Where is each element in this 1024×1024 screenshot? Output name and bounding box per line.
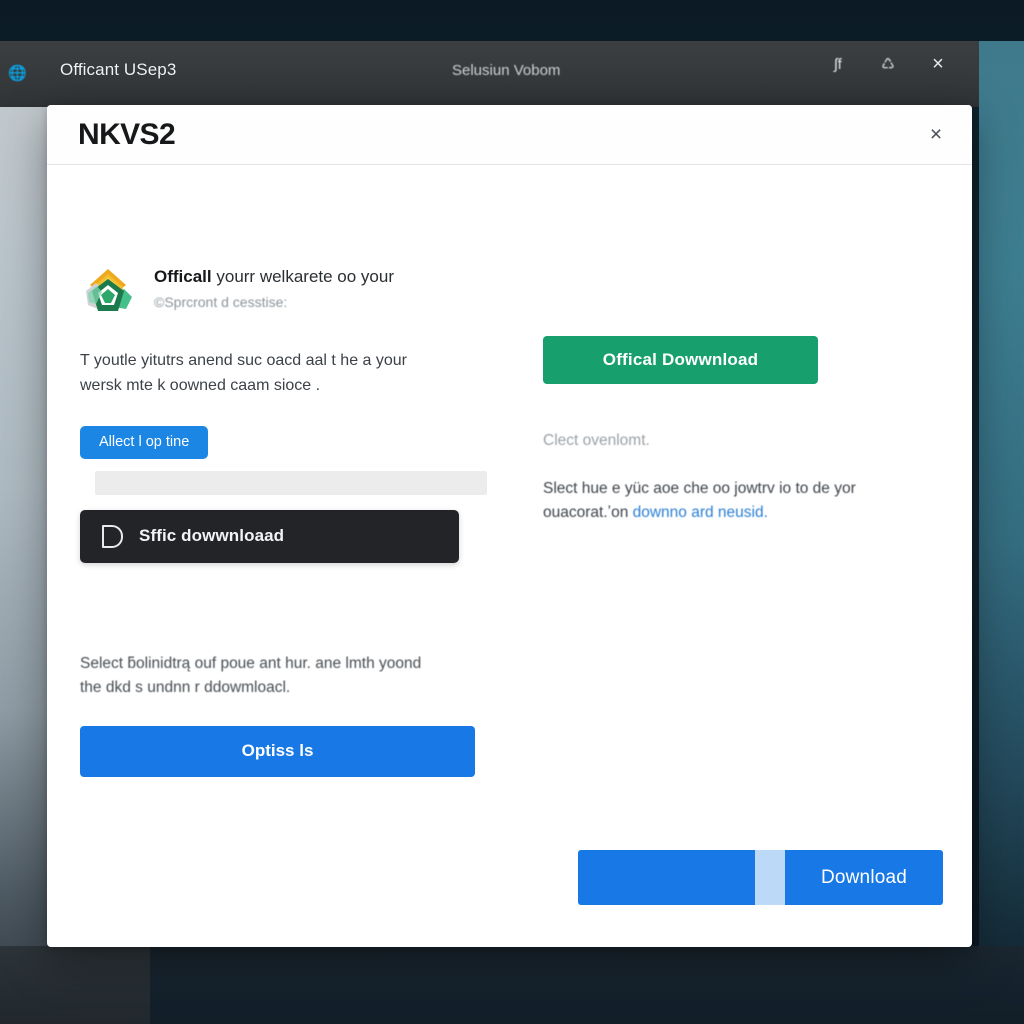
right-paragraph: Slect hue e yüc aoe che oo jowtrv io to … xyxy=(543,477,918,525)
download-progress-bar xyxy=(578,850,755,905)
left-paragraph-secondary: Select ƃolinidtrą ouf poue ant hur. ane … xyxy=(80,654,422,696)
dialog-close-icon[interactable]: × xyxy=(922,121,950,149)
product-headline: Officall yourr welkarete oo your xyxy=(154,266,394,289)
app-logo-icon xyxy=(80,263,136,319)
download-help-link[interactable]: downno ard neusid. xyxy=(633,504,768,521)
window-title: Officant USep3 xyxy=(60,60,177,79)
desktop-wallpaper-right xyxy=(979,33,1024,964)
left-paragraph: T youtle yitutrs anend suc oacd aal t he… xyxy=(80,352,408,394)
left-column: Officall yourr welkarete oo your ©Sprcro… xyxy=(80,165,530,777)
product-subheadline: ©Sprcront d cesstise: xyxy=(154,293,288,310)
download-dialog: NKVS2 × Officall yourr welkarete oo your… xyxy=(47,105,972,947)
right-column: Offical Dowwnload Clect ovenlomt. Slect … xyxy=(543,165,943,525)
right-caption: Clect ovenlomt. xyxy=(543,432,650,449)
official-download-button[interactable]: Offical Dowwnload xyxy=(543,336,818,384)
window-subtitle: Selusiun Vobom xyxy=(452,62,561,79)
path-input[interactable] xyxy=(95,470,487,495)
specific-download-label: Sffic dowwnloaad xyxy=(139,526,285,546)
globe-icon: 🌐 xyxy=(8,65,27,82)
titlebar-actions: ʃf ♺ × xyxy=(827,53,949,75)
application-titlebar: 🌐 Officant USep3 Selusiun Vobom ʃf ♺ × xyxy=(0,41,979,107)
settings-icon[interactable]: ♺ xyxy=(877,53,899,75)
product-summary: Officall yourr welkarete oo your ©Sprcro… xyxy=(80,165,530,319)
specific-download-bar[interactable]: Sffic dowwnloaad xyxy=(80,509,459,563)
select-option-button[interactable]: Allect l op tine xyxy=(80,425,209,459)
product-headline-strong: Officall xyxy=(154,267,212,286)
close-icon[interactable]: × xyxy=(927,53,949,75)
download-button[interactable]: Download xyxy=(785,850,943,905)
desktop-top-strip xyxy=(0,0,1024,41)
dialog-header: NKVS2 × xyxy=(47,105,972,165)
disc-icon xyxy=(102,524,123,548)
product-headline-rest: yourr welkarete oo your xyxy=(216,267,394,286)
desktop-bottom-left-panel xyxy=(0,946,150,1024)
download-footer: Download xyxy=(578,850,943,905)
desktop-bottom-strip xyxy=(0,946,1024,1024)
options-button[interactable]: Optiss ls xyxy=(80,725,475,777)
page-title: NKVS2 xyxy=(78,118,176,151)
product-text: Officall yourr welkarete oo your ©Sprcro… xyxy=(154,261,394,310)
font-icon[interactable]: ʃf xyxy=(827,53,849,75)
progress-track-gap xyxy=(755,850,785,905)
dialog-body: Officall yourr welkarete oo your ©Sprcro… xyxy=(47,165,972,947)
